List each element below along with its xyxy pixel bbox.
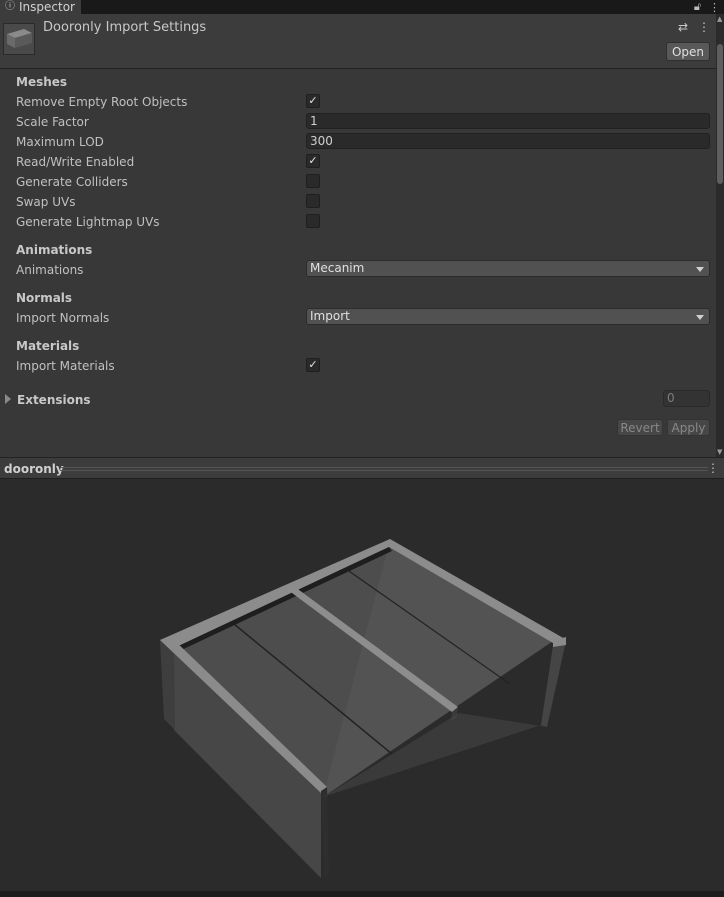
animations-label: Animations [16,263,84,277]
animations-dropdown[interactable]: Mecanim [306,260,710,277]
swap-uvs-label: Swap UVs [16,195,76,209]
door-model-render [160,539,566,878]
drag-handle[interactable] [60,467,708,471]
model-thumbnail [3,23,35,55]
preview-header[interactable]: dooronly ⋮ [0,457,724,479]
apply-button[interactable]: Apply [667,419,710,436]
bottom-border [0,891,724,897]
generate-lightmap-uvs-label: Generate Lightmap UVs [16,215,160,229]
remove-empty-root-objects-checkbox[interactable]: ✓ [306,94,320,108]
chevron-down-icon [696,267,704,272]
import-normals-dropdown[interactable]: Import [306,308,710,325]
model-preview-viewport[interactable] [0,479,724,891]
import-materials-label: Import Materials [16,359,115,373]
preview-title: dooronly [4,462,64,476]
scale-factor-field[interactable]: 1 [306,113,710,129]
section-animations: Animations [16,243,93,257]
open-button[interactable]: Open [666,42,710,61]
tab-inspector[interactable]: ⓘ Inspector [0,0,82,14]
tab-bar: ⓘ Inspector 🔓︎ ⋮ [0,0,724,14]
section-normals: Normals [16,291,73,305]
extensions-count-field: 0 [663,390,710,407]
tab-tools: 🔓︎ ⋮ [694,0,720,14]
import-settings-panel: Meshes Remove Empty Root Objects ✓ Scale… [0,69,716,457]
generate-colliders-label: Generate Colliders [16,175,128,189]
generate-colliders-checkbox[interactable] [306,174,320,188]
scroll-thumb[interactable] [717,44,723,184]
scroll-up-icon[interactable]: ▲ [717,15,722,23]
header-tools: ⇄ ⋮ [678,20,710,34]
section-materials: Materials [16,339,80,353]
read-write-enabled-label: Read/Write Enabled [16,155,135,169]
scale-factor-label: Scale Factor [16,115,89,129]
expand-arrow-icon[interactable] [5,394,11,404]
read-write-enabled-checkbox[interactable]: ✓ [306,154,320,168]
lock-icon[interactable]: 🔓︎ [694,0,701,14]
inspector-scrollbar[interactable]: ▲ ▼ [716,14,724,457]
section-meshes: Meshes [16,75,68,89]
page-title: Dooronly Import Settings [43,20,207,35]
extensions-foldout[interactable]: Extensions [17,393,91,407]
remove-empty-root-objects-label: Remove Empty Root Objects [16,95,188,109]
chevron-down-icon [696,315,704,320]
maximum-lod-field[interactable]: 300 [306,133,710,149]
more-menu-icon[interactable]: ⋮ [709,1,720,14]
more-menu-icon[interactable]: ⋮ [707,461,719,475]
info-icon: ⓘ [5,1,15,12]
import-normals-value: Import [310,309,350,323]
inspector-header: Dooronly Import Settings ⇄ ⋮ Open [0,14,724,69]
tab-label: Inspector [19,0,75,14]
more-menu-icon[interactable]: ⋮ [698,20,710,34]
swap-uvs-checkbox[interactable] [306,194,320,208]
import-normals-label: Import Normals [16,311,110,325]
animations-value: Mecanim [310,261,365,275]
import-materials-checkbox[interactable]: ✓ [306,358,320,372]
maximum-lod-label: Maximum LOD [16,135,104,149]
settings-sliders-icon[interactable]: ⇄ [678,20,688,34]
generate-lightmap-uvs-checkbox[interactable] [306,214,320,228]
revert-button[interactable]: Revert [617,419,663,436]
scroll-down-icon[interactable]: ▼ [717,448,722,456]
